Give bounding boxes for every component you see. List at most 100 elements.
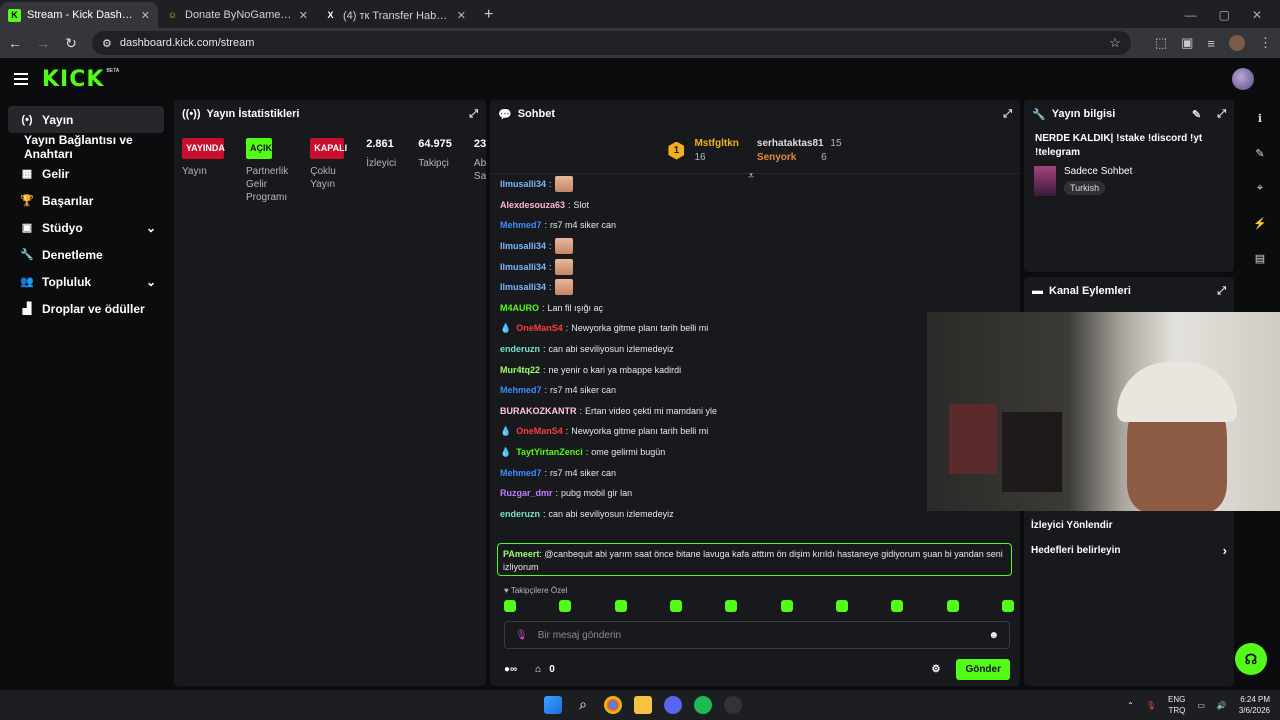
info-icon[interactable]: ℹ — [1258, 112, 1262, 125]
chat-username[interactable]: Mehmed7 — [500, 468, 542, 478]
back-icon[interactable]: ← — [8, 35, 22, 51]
raid-label[interactable]: İzleyici Yönlendir — [1031, 520, 1113, 531]
emote-icon[interactable] — [504, 600, 516, 612]
close-window-icon[interactable]: ✕ — [1252, 8, 1262, 22]
chat-username[interactable]: Alexdesouza63 — [500, 200, 565, 210]
send-button[interactable]: Gönder — [956, 658, 1010, 680]
sidebar-item-yayin[interactable]: (•) Yayın — [8, 106, 164, 133]
category-thumbnail[interactable] — [1034, 166, 1056, 196]
chat-username[interactable]: Ilmusalli34 — [500, 241, 546, 251]
chevron-down-icon[interactable]: ⌄ — [146, 275, 156, 289]
volume-icon[interactable]: 🔊 — [1217, 701, 1227, 710]
leaderboard-first[interactable]: Mstfgltkn 16 — [694, 138, 738, 163]
set-goals-row[interactable]: Hedefleri belirleyin › — [1031, 539, 1227, 561]
emote-icon[interactable] — [614, 600, 627, 612]
emote-icon[interactable] — [1001, 600, 1014, 612]
maximize-icon[interactable]: ▢ — [1219, 8, 1230, 22]
tab-donate[interactable]: ☺ Donate ByNoGame - Gelen/Gid ✕ — [158, 2, 316, 28]
menu-icon[interactable]: ⋮ — [1259, 35, 1272, 51]
emote-icon[interactable] — [835, 600, 848, 612]
minimize-icon[interactable]: — — [1185, 8, 1197, 22]
chat-username[interactable]: BURAKOZKANTR — [500, 406, 577, 416]
chat-username[interactable]: Ruzgar_dmr — [500, 488, 553, 498]
chat-input[interactable] — [537, 629, 979, 641]
chat-username[interactable]: Ilmusalli34 — [500, 282, 546, 292]
extensions-icon[interactable]: ⬚ — [1155, 35, 1167, 51]
obs-icon[interactable] — [724, 696, 742, 714]
kick-logo[interactable]: KICK — [42, 67, 104, 92]
spotify-icon[interactable] — [694, 696, 712, 714]
sidebar-item-studyo[interactable]: ▣ Stüdyo ⌄ — [8, 214, 164, 241]
close-icon[interactable]: ✕ — [299, 9, 308, 22]
chat-username[interactable]: enderuzn — [500, 344, 540, 354]
chat-username[interactable]: OneManS4 — [516, 426, 563, 436]
emote-icon[interactable] — [725, 600, 738, 612]
document-icon[interactable]: ▤ — [1255, 252, 1265, 265]
chat-username[interactable]: Ilmusalli34 — [500, 262, 546, 272]
highlighted-message[interactable]: PAmeert: @canbequit abi yarım saat önce … — [497, 543, 1012, 576]
network-icon[interactable]: ▭ — [1197, 701, 1205, 710]
search-icon[interactable]: ⌕ — [574, 696, 592, 714]
close-icon[interactable]: ✕ — [141, 9, 150, 22]
site-info-icon[interactable]: ⚙ — [102, 37, 112, 50]
microphone-icon[interactable]: 🎙 — [515, 630, 528, 641]
scan-icon[interactable]: ⌖ — [1257, 182, 1263, 195]
chrome-icon[interactable] — [604, 696, 622, 714]
lightning-icon[interactable]: ⚡ — [1253, 217, 1267, 230]
popout-icon[interactable]: ⤢ — [469, 108, 478, 121]
chat-username[interactable]: M4AURO — [500, 303, 539, 313]
clock[interactable]: 6:24 PM 3/6/2026 — [1239, 694, 1270, 716]
store-icon[interactable]: ⌂ — [535, 664, 541, 675]
chevron-down-icon[interactable]: ⌄ — [146, 221, 156, 235]
chat-username[interactable]: enderuzn — [500, 509, 540, 519]
popout-icon[interactable]: ⤢ — [1003, 108, 1012, 121]
chat-username[interactable]: OneManS4 — [516, 323, 563, 333]
sidebar-item-stream-key[interactable]: Yayın Bağlantısı ve Anahtarı — [0, 133, 172, 161]
emote-icon[interactable] — [559, 600, 572, 612]
file-explorer-icon[interactable] — [634, 696, 652, 714]
points-icon[interactable]: ●∞ — [504, 664, 517, 675]
edit-pencil-icon[interactable]: ✎ — [1192, 108, 1201, 121]
start-icon[interactable] — [544, 696, 562, 714]
discord-icon[interactable] — [664, 696, 682, 714]
settings-gear-icon[interactable]: ⚙ — [931, 664, 940, 675]
sidebar-item-topluluk[interactable]: 👥 Topluluk ⌄ — [8, 268, 164, 295]
popout-icon[interactable]: ⤢ — [1217, 108, 1226, 121]
hamburger-menu-icon[interactable] — [14, 73, 28, 85]
sidebar-item-droplar[interactable]: ▟ Droplar ve ödüller — [8, 295, 164, 322]
forward-icon[interactable]: → — [36, 35, 50, 51]
pencil-icon[interactable]: ✎ — [1255, 147, 1264, 160]
reload-icon[interactable]: ↻ — [64, 35, 78, 52]
category-name[interactable]: Sadece Sohbet — [1064, 166, 1132, 177]
url-bar[interactable]: ⚙ dashboard.kick.com/stream ☆ — [92, 31, 1131, 55]
chat-username[interactable]: PAmeert — [503, 549, 539, 559]
chat-username[interactable]: Ilmusalli34 — [500, 179, 546, 189]
popout-icon[interactable]: ⤢ — [1217, 285, 1226, 298]
leaderboard-second[interactable]: serhataktas81 15 — [757, 138, 842, 149]
chevron-up-icon[interactable]: ⌃ — [1127, 701, 1134, 710]
input-language[interactable]: ENG TRQ — [1168, 694, 1185, 716]
sidebar-item-denetleme[interactable]: 🔧 Denetleme — [8, 241, 164, 268]
chat-username[interactable]: TaytYirtanZenci — [516, 447, 583, 457]
emote-icon[interactable] — [891, 600, 904, 612]
emote-icon[interactable] — [780, 600, 793, 612]
close-icon[interactable]: ✕ — [457, 9, 466, 22]
sidebar-item-gelir[interactable]: ▦ Gelir — [8, 160, 164, 187]
profile-avatar[interactable] — [1229, 35, 1245, 51]
sidepanel-icon[interactable]: ▣ — [1181, 35, 1193, 51]
sidebar-item-basarilar[interactable]: 🏆 Başarılar — [8, 187, 164, 214]
tab-kick-dashboard[interactable]: K Stream - Kick Dashboard ✕ — [0, 2, 158, 28]
leaderboard-third[interactable]: Senyork 6 — [757, 152, 842, 163]
emote-icon[interactable] — [669, 600, 682, 612]
microphone-icon[interactable]: 🎙 — [1146, 701, 1156, 710]
tab-x-transfer[interactable]: X (4) тк Transfer Haberleri ⚒ on ✕ — [316, 2, 474, 28]
emote-icon[interactable] — [946, 600, 959, 612]
bookmark-star-icon[interactable]: ☆ — [1109, 35, 1121, 51]
user-avatar[interactable] — [1232, 68, 1254, 90]
new-tab-button[interactable]: + — [474, 2, 503, 28]
chat-username[interactable]: Mehmed7 — [500, 220, 542, 230]
chat-username[interactable]: Mur4tq22 — [500, 365, 540, 375]
chat-username[interactable]: Mehmed7 — [500, 385, 542, 395]
support-headset-icon[interactable]: ☊ — [1235, 643, 1267, 675]
emoji-icon[interactable]: ☻ — [988, 630, 999, 641]
